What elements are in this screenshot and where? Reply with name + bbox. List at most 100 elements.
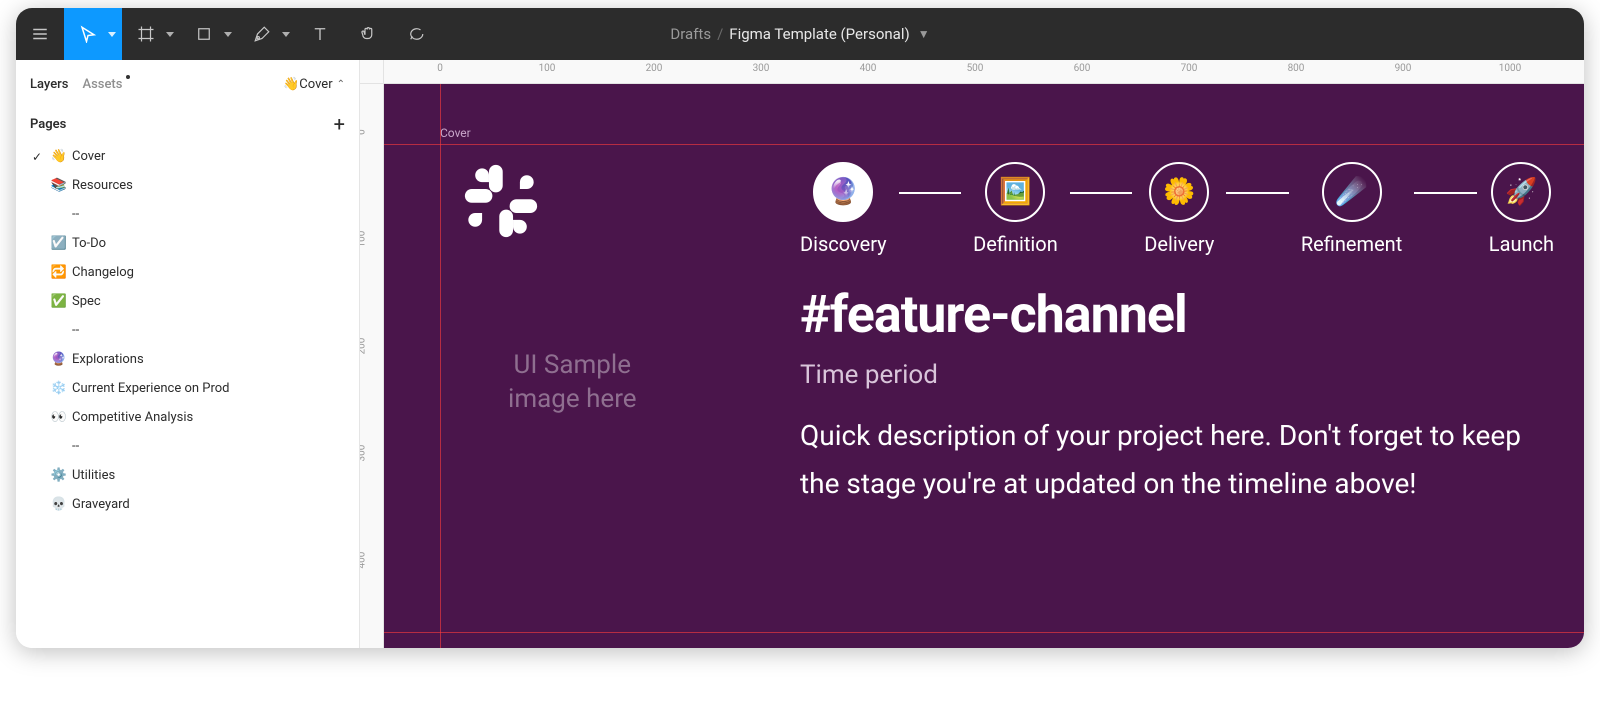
ruler-tick: 300 bbox=[753, 63, 770, 74]
stage-circle-icon: ☄️ bbox=[1322, 162, 1382, 222]
notification-dot-icon bbox=[126, 75, 130, 79]
timeline-stage[interactable]: 🚀Launch bbox=[1489, 162, 1554, 256]
stage-circle-icon: 🔮 bbox=[813, 162, 873, 222]
page-item-label: Graveyard bbox=[72, 497, 130, 512]
page-item[interactable]: ⚙️ Utilities bbox=[16, 461, 359, 490]
page-emoji-icon: 📚 bbox=[50, 178, 68, 193]
page-selector[interactable]: 👋Cover ⌃ bbox=[283, 77, 345, 92]
page-item[interactable]: ✅Spec bbox=[16, 287, 359, 316]
page-emoji-icon: ❄️ bbox=[50, 381, 68, 396]
page-item[interactable]: 📚Resources bbox=[16, 171, 359, 200]
stage-circle-icon: 🌼 bbox=[1149, 162, 1209, 222]
app-window: Drafts / Figma Template (Personal) ▼ Lay… bbox=[16, 8, 1584, 648]
stage-label: Refinement bbox=[1301, 232, 1402, 256]
shape-tool[interactable] bbox=[180, 8, 238, 60]
channel-title: #feature-channel bbox=[800, 284, 1187, 345]
pages-header: Pages + bbox=[16, 100, 359, 140]
comment-tool[interactable] bbox=[392, 8, 440, 60]
breadcrumb-separator: / bbox=[717, 25, 723, 43]
stage-circle-icon: 🖼️ bbox=[985, 162, 1045, 222]
page-item[interactable]: 🔁 Changelog bbox=[16, 258, 359, 287]
ruler-tick: 200 bbox=[360, 334, 368, 358]
timeline-stage[interactable]: 🔮Discovery bbox=[800, 162, 887, 256]
timeline-connector bbox=[1226, 192, 1289, 194]
description: Quick description of your project here. … bbox=[800, 412, 1544, 507]
page-emoji-icon: ☑️ bbox=[50, 236, 68, 251]
chevron-down-icon bbox=[166, 32, 174, 37]
chevron-down-icon bbox=[108, 32, 116, 37]
page-item[interactable]: 💀Graveyard bbox=[16, 490, 359, 519]
slack-logo-icon bbox=[458, 158, 544, 244]
panel-tabs: Layers Assets 👋Cover ⌃ bbox=[16, 60, 359, 100]
text-tool[interactable] bbox=[296, 8, 344, 60]
ruler-tick: 0 bbox=[437, 63, 443, 74]
cover-frame[interactable]: 🔮Discovery 🖼️Definition 🌼 Delivery ☄️ Refinem… bbox=[440, 144, 1564, 648]
page-item[interactable]: ☑️ To-Do bbox=[16, 229, 359, 258]
left-panel: Layers Assets 👋Cover ⌃ Pages + 👋Cover📚Re… bbox=[16, 60, 360, 648]
ruler-tick: 300 bbox=[360, 441, 368, 465]
tab-assets[interactable]: Assets bbox=[82, 77, 122, 92]
ruler-tick: 700 bbox=[1181, 63, 1198, 74]
page-item-label: -- bbox=[72, 207, 79, 222]
time-period: Time period bbox=[800, 360, 938, 390]
page-emoji-icon: ✅ bbox=[50, 294, 68, 309]
stage-label: Delivery bbox=[1144, 232, 1214, 256]
file-title[interactable]: Drafts / Figma Template (Personal) ▼ bbox=[670, 25, 929, 43]
chevron-down-icon bbox=[282, 32, 290, 37]
page-item-label: -- bbox=[72, 323, 79, 338]
ruler-tick: 1000 bbox=[1499, 63, 1521, 74]
tab-layers[interactable]: Layers bbox=[30, 77, 68, 92]
pages-title: Pages bbox=[30, 117, 66, 132]
timeline-connector bbox=[1070, 192, 1133, 194]
frame-tool[interactable] bbox=[122, 8, 180, 60]
canvas-wrap: 01002003004005006007008009001000 0100200… bbox=[360, 60, 1584, 648]
stage-label: Launch bbox=[1489, 232, 1554, 256]
canvas[interactable]: Cover bbox=[384, 84, 1584, 648]
page-emoji-icon: ⚙️ bbox=[50, 468, 68, 483]
ui-sample-placeholder: UI Sample image here bbox=[508, 349, 637, 417]
ruler-tick: 400 bbox=[360, 548, 368, 572]
page-item-label: Changelog bbox=[72, 265, 134, 280]
toolbar: Drafts / Figma Template (Personal) ▼ bbox=[16, 8, 1584, 60]
page-item[interactable]: -- bbox=[16, 200, 359, 229]
page-item-label: To-Do bbox=[72, 236, 106, 251]
ruler-tick: 200 bbox=[646, 63, 663, 74]
ruler-tick: 600 bbox=[1074, 63, 1091, 74]
menu-button[interactable] bbox=[16, 8, 64, 60]
timeline-stage[interactable]: ☄️ Refinement bbox=[1301, 162, 1402, 256]
ruler-tick: 400 bbox=[860, 63, 877, 74]
page-item-label: Competitive Analysis bbox=[72, 410, 193, 425]
page-emoji-icon: 🔮 bbox=[50, 352, 68, 367]
timeline: 🔮Discovery 🖼️Definition 🌼 Delivery ☄️ Refinem… bbox=[800, 162, 1554, 256]
ruler-horizontal[interactable]: 01002003004005006007008009001000 bbox=[384, 60, 1584, 84]
frame-label[interactable]: Cover bbox=[440, 126, 471, 140]
timeline-stage[interactable]: 🖼️Definition bbox=[973, 162, 1058, 256]
ruler-tick: 900 bbox=[1395, 63, 1412, 74]
main-area: Layers Assets 👋Cover ⌃ Pages + 👋Cover📚Re… bbox=[16, 60, 1584, 648]
page-item-label: Utilities bbox=[72, 468, 115, 483]
file-name: Figma Template (Personal) bbox=[729, 25, 909, 43]
page-item[interactable]: 👀 Competitive Analysis bbox=[16, 403, 359, 432]
pen-tool[interactable] bbox=[238, 8, 296, 60]
add-page-button[interactable]: + bbox=[334, 114, 345, 134]
chevron-up-icon: ⌃ bbox=[337, 79, 345, 90]
page-item-label: Explorations bbox=[72, 352, 144, 367]
ruler-vertical[interactable]: 0100200300400 bbox=[360, 84, 384, 648]
page-item[interactable]: -- bbox=[16, 432, 359, 461]
timeline-connector bbox=[1414, 192, 1477, 194]
timeline-stage[interactable]: 🌼 Delivery bbox=[1144, 162, 1214, 256]
hand-tool[interactable] bbox=[344, 8, 392, 60]
page-selector-label: 👋Cover bbox=[283, 77, 332, 92]
page-item[interactable]: 🔮 Explorations bbox=[16, 345, 359, 374]
page-emoji-icon: 👀 bbox=[50, 410, 68, 425]
page-emoji-icon: 🔁 bbox=[50, 265, 68, 280]
page-item[interactable]: -- bbox=[16, 316, 359, 345]
move-tool[interactable] bbox=[64, 8, 122, 60]
toolbar-left bbox=[16, 8, 440, 60]
ruler-tick: 800 bbox=[1288, 63, 1305, 74]
ruler-tick: 500 bbox=[967, 63, 984, 74]
page-item[interactable]: 👋Cover bbox=[16, 142, 359, 171]
page-item[interactable]: ❄️Current Experience on Prod bbox=[16, 374, 359, 403]
page-item-label: Cover bbox=[72, 149, 105, 164]
chevron-down-icon bbox=[224, 32, 232, 37]
